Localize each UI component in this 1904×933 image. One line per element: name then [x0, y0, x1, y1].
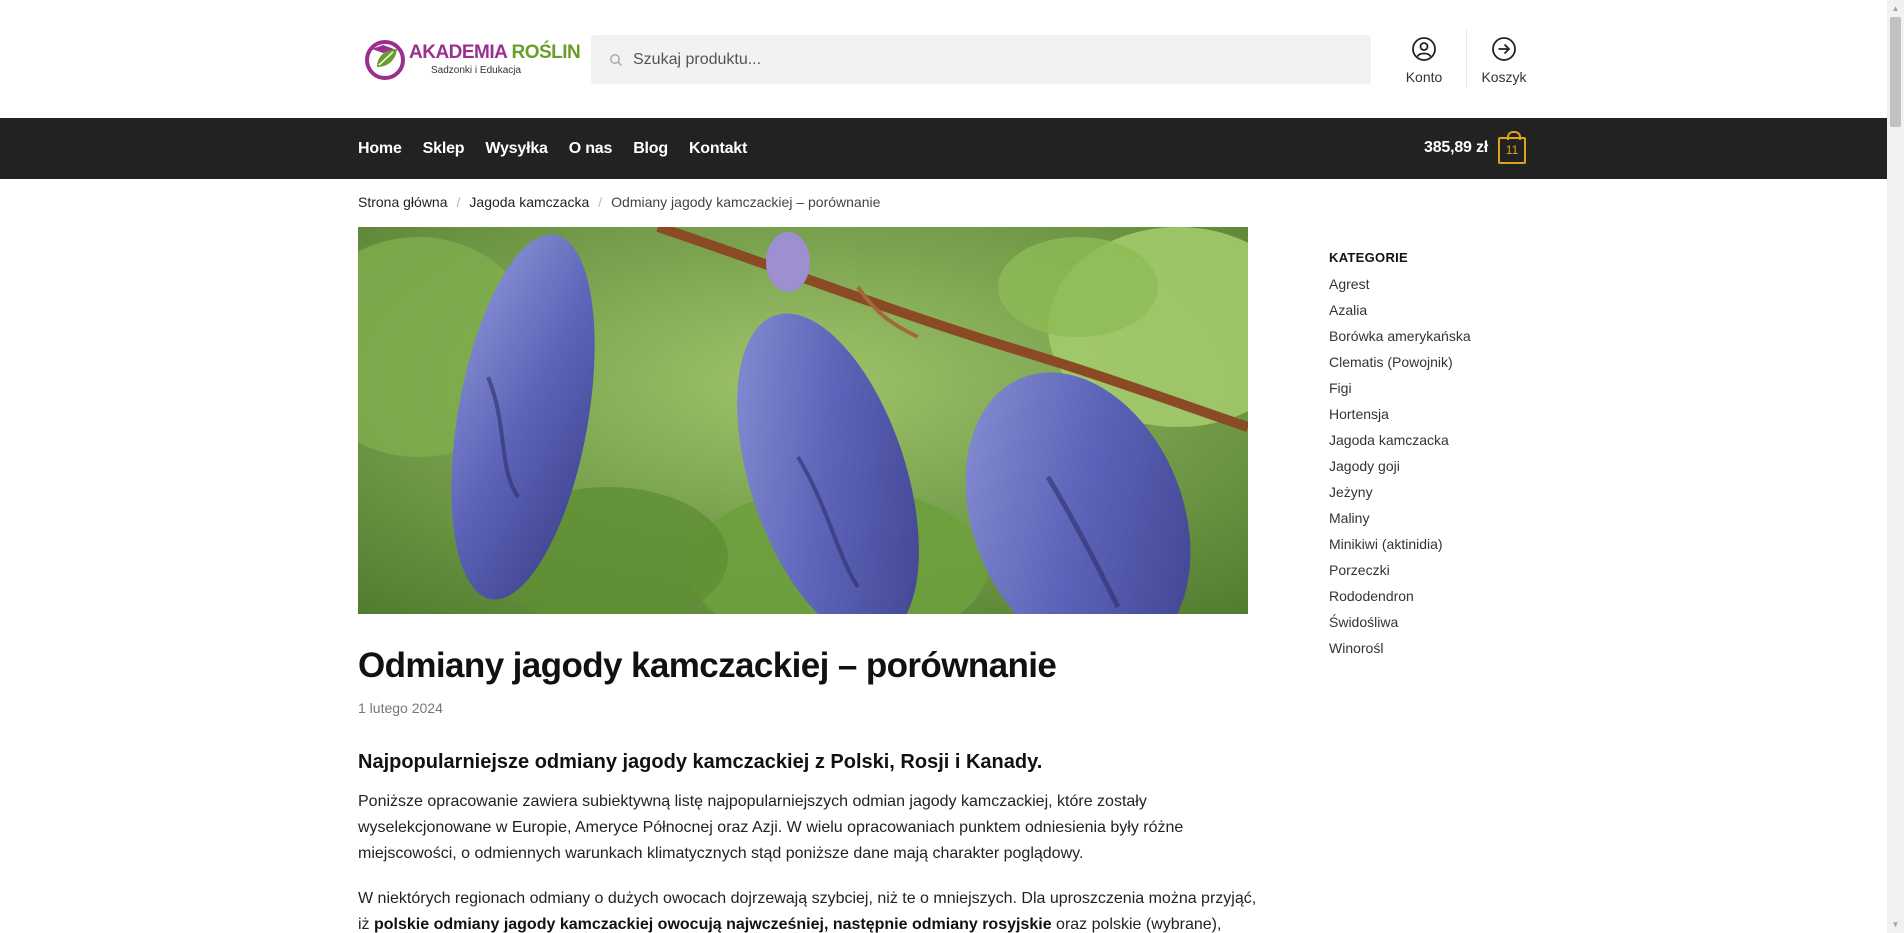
scroll-up-icon[interactable]: ▲	[1887, 0, 1904, 17]
category-link[interactable]: Jeżyny	[1329, 482, 1529, 508]
user-circle-icon	[1412, 37, 1436, 61]
scroll-down-icon[interactable]: ▼	[1887, 916, 1904, 933]
cart-link[interactable]: Koszyk	[1473, 36, 1535, 85]
page-scrollbar[interactable]: ▲ ▼	[1887, 0, 1904, 933]
category-link[interactable]: Porzeczki	[1329, 560, 1529, 586]
nav-kontakt[interactable]: Kontakt	[689, 140, 747, 158]
search-icon	[610, 53, 623, 66]
category-list: Agrest Azalia Borówka amerykańska Clemat…	[1329, 274, 1529, 664]
main-navigation: Home Sklep Wysyłka O nas Blog Kontakt 38…	[0, 118, 1887, 179]
category-link[interactable]: Azalia	[1329, 300, 1529, 326]
cart-count-badge: 11	[1498, 130, 1527, 164]
header-divider	[1466, 30, 1467, 88]
breadcrumb-category[interactable]: Jagoda kamczacka	[469, 194, 589, 210]
search-input[interactable]	[633, 50, 1333, 69]
breadcrumb-current: Odmiany jagody kamczackiej – porównanie	[611, 194, 881, 210]
arrow-right-circle-icon	[1492, 37, 1516, 61]
category-link[interactable]: Minikiwi (aktinidia)	[1329, 534, 1529, 560]
category-link[interactable]: Agrest	[1329, 274, 1529, 300]
featured-image	[358, 227, 1248, 614]
category-link[interactable]: Maliny	[1329, 508, 1529, 534]
account-label: Konto	[1405, 69, 1443, 85]
nav-sklep[interactable]: Sklep	[423, 140, 465, 158]
search-box[interactable]	[591, 35, 1371, 84]
logo-subtitle: Sadzonki i Edukacja	[431, 64, 522, 76]
breadcrumb-separator: /	[456, 194, 461, 210]
post-title: Odmiany jagody kamczackiej – porównanie	[358, 646, 1057, 685]
post-subtitle: Najpopularniejsze odmiany jagody kamczac…	[358, 751, 1043, 773]
breadcrumb-separator: /	[598, 194, 603, 210]
sidebar-title: KATEGORIE	[1329, 250, 1409, 265]
nav-o-nas[interactable]: O nas	[569, 140, 613, 158]
nav-home[interactable]: Home	[358, 140, 402, 158]
category-link[interactable]: Hortensja	[1329, 404, 1529, 430]
cart-label: Koszyk	[1481, 69, 1527, 85]
account-link[interactable]: Konto	[1393, 36, 1455, 85]
category-link[interactable]: Figi	[1329, 378, 1529, 404]
post-date: 1 lutego 2024	[358, 700, 443, 716]
site-header: AKADEMIA ROŚLIN Sadzonki i Edukacja Kont…	[0, 0, 1887, 118]
nav-blog[interactable]: Blog	[633, 140, 668, 158]
category-link[interactable]: Clematis (Powojnik)	[1329, 352, 1529, 378]
breadcrumb-home[interactable]: Strona główna	[358, 194, 448, 210]
honeyberry-photo	[358, 227, 1248, 614]
category-link[interactable]: Winorośl	[1329, 638, 1529, 664]
logo-title: AKADEMIA ROŚLIN	[409, 41, 581, 63]
category-link[interactable]: Świdośliwa	[1329, 612, 1529, 638]
logo-leaf-icon	[363, 37, 407, 81]
post-paragraph: Poniższe opracowanie zawiera subiektywną…	[358, 793, 1184, 862]
post-paragraph: W niektórych regionach odmiany o dużych …	[358, 890, 1257, 933]
category-link[interactable]: Jagody goji	[1329, 456, 1529, 482]
mini-cart[interactable]: 385,89 zł 11	[1424, 130, 1527, 164]
site-logo[interactable]: AKADEMIA ROŚLIN Sadzonki i Edukacja	[363, 34, 581, 84]
sidebar-categories: KATEGORIE Agrest Azalia Borówka amerykań…	[1329, 250, 1529, 664]
cart-total: 385,89 zł	[1424, 139, 1489, 156]
category-link[interactable]: Rododendron	[1329, 586, 1529, 612]
category-link[interactable]: Borówka amerykańska	[1329, 326, 1529, 352]
category-link[interactable]: Jagoda kamczacka	[1329, 430, 1529, 456]
nav-wysylka[interactable]: Wysyłka	[485, 140, 548, 158]
breadcrumb: Strona główna / Jagoda kamczacka / Odmia…	[358, 194, 880, 210]
scrollbar-thumb[interactable]	[1890, 17, 1901, 127]
